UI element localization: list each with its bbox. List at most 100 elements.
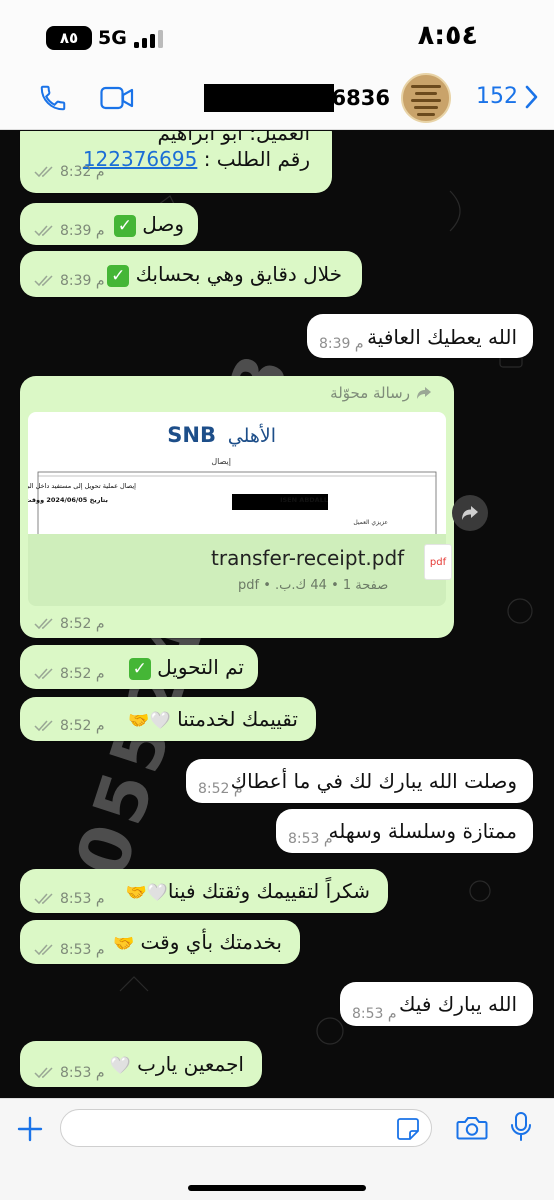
message-text: رقم الطلب : 122376695 <box>83 147 310 171</box>
message-time: 8:52 م <box>60 666 105 682</box>
message-text: اجمعين يارب 🤍 <box>110 1052 244 1076</box>
battery-indicator: ٨٥ <box>46 26 92 50</box>
check-mark-emoji: ✓ <box>128 657 151 680</box>
sent-check-icon <box>34 1067 53 1079</box>
message-time: 8:39 م <box>60 223 105 239</box>
sent-check-icon <box>34 668 53 680</box>
message-text: وصل ✓ <box>113 212 184 237</box>
message-bubble-outgoing[interactable]: تقييمك لخدمتنا 🤍🤝 8:52 م <box>20 697 316 741</box>
microphone-icon[interactable] <box>510 1111 532 1143</box>
phone-call-icon[interactable] <box>38 83 68 113</box>
receipt-name-fragment: ISEN ABDALL <box>280 496 328 504</box>
message-time: 8:53 م <box>60 891 105 907</box>
handshake-heart-emoji: 🤍🤝 <box>128 711 171 731</box>
sent-check-icon <box>34 944 53 956</box>
message-meta: 8:53 م <box>352 1006 397 1022</box>
chat-area[interactable]: 0552427998 العميل: ابو ابراهيم رقم الطلب… <box>0 131 554 1098</box>
message-text: ممتازة وسلسلة وسهله <box>328 819 517 843</box>
message-text-content: تم التحويل <box>157 655 244 679</box>
forwarded-label-text: رسالة محوّلة <box>330 384 410 402</box>
sent-check-icon <box>34 275 53 287</box>
white-heart-emoji: 🤍 <box>109 1056 131 1076</box>
document-info[interactable]: transfer-receipt.pdf صفحة 1 • 44 ك.ب. • … <box>28 534 452 606</box>
message-meta: 8:39 م <box>319 336 364 352</box>
plus-icon[interactable] <box>16 1115 44 1143</box>
message-text-content: خلال دقايق وهي بحسابك <box>135 262 342 286</box>
bank-logo-brand: SNB <box>167 423 216 447</box>
forwarded-document-message[interactable]: رسالة محوّلة SNB الأهلي إيصال إيصال عملي… <box>20 376 454 638</box>
message-meta: 8:52 م <box>198 781 243 797</box>
message-meta: 8:39 م <box>34 273 105 289</box>
signal-strength-icon <box>134 30 164 48</box>
home-indicator <box>188 1185 366 1191</box>
check-mark-emoji: ✓ <box>107 264 130 287</box>
message-bubble-outgoing[interactable]: شكراً لتقييمك وثقتك فينا🤍🤝 8:53 م <box>20 869 388 913</box>
message-text: العميل: ابو ابراهيم <box>157 131 310 145</box>
message-bubble-outgoing[interactable]: العميل: ابو ابراهيم رقم الطلب : 12237669… <box>20 131 332 193</box>
handshake-emoji: 🤝 <box>113 934 135 954</box>
bank-logo-text: الأهلي <box>228 424 276 447</box>
message-time: 8:39 م <box>319 336 364 352</box>
message-time: 8:52 م <box>60 718 105 734</box>
message-input-bar <box>0 1098 554 1200</box>
message-time: 8:52 م <box>60 616 105 632</box>
message-meta: 8:53 م <box>34 1065 105 1081</box>
message-text: تقييمك لخدمتنا 🤍🤝 <box>128 707 298 731</box>
message-time: 8:53 م <box>60 1065 105 1081</box>
redaction-bar <box>204 84 334 112</box>
message-bubble-incoming[interactable]: ممتازة وسلسلة وسهله 8:53 م <box>276 809 533 853</box>
message-text-content: بخدمتك بأي وقت <box>140 930 282 954</box>
unread-count: 152 <box>476 84 518 109</box>
back-button[interactable]: 152 <box>476 84 538 109</box>
message-text-label: رقم الطلب : <box>197 147 310 171</box>
receipt-heading: إيصال عملية تحويل إلى مستفيد داخل البنك … <box>28 481 136 490</box>
message-time: 8:53 م <box>288 831 333 847</box>
message-bubble-incoming[interactable]: وصلت الله يبارك لك في ما أعطاك 8:52 م <box>186 759 533 803</box>
message-text-content: شكراً لتقييمك وثقتك فينا <box>167 879 370 903</box>
message-text: خلال دقايق وهي بحسابك ✓ <box>107 262 342 287</box>
sent-check-icon <box>34 166 53 178</box>
share-button[interactable] <box>452 495 488 531</box>
message-time: 8:39 م <box>60 273 105 289</box>
message-meta: 8:32 م <box>34 164 105 180</box>
message-meta: 8:52 م <box>34 718 105 734</box>
sticker-icon[interactable] <box>396 1117 420 1141</box>
message-text: وصلت الله يبارك لك في ما أعطاك <box>230 769 517 793</box>
sent-check-icon <box>34 720 53 732</box>
document-file-name: transfer-receipt.pdf <box>211 546 405 570</box>
message-bubble-outgoing[interactable]: تم التحويل ✓ 8:52 م <box>20 645 258 689</box>
message-input[interactable] <box>60 1109 432 1147</box>
message-bubble-outgoing[interactable]: بخدمتك بأي وقت 🤝 8:53 م <box>20 920 300 964</box>
message-bubble-outgoing[interactable]: وصل ✓ 8:39 م <box>20 203 198 245</box>
message-meta: 8:52 م <box>34 616 105 632</box>
message-time: 8:53 م <box>352 1006 397 1022</box>
message-meta: 8:52 م <box>34 666 105 682</box>
video-call-icon[interactable] <box>100 86 134 110</box>
message-meta: 8:39 م <box>34 223 105 239</box>
status-bar: ٨:٥٤ ٨٥ 5G <box>0 0 554 68</box>
chat-header: 6836 152 <box>0 68 554 130</box>
contact-avatar[interactable] <box>401 73 451 123</box>
message-meta: 8:53 م <box>288 831 333 847</box>
document-file-meta: صفحة 1 • 44 ك.ب. • pdf <box>238 578 389 593</box>
message-bubble-incoming[interactable]: الله يعطيك العافية 8:39 م <box>307 314 533 358</box>
network-type: 5G <box>98 27 127 49</box>
message-bubble-outgoing[interactable]: خلال دقايق وهي بحسابك ✓ 8:39 م <box>20 251 362 297</box>
receipt-preview-graphic: SNB الأهلي إيصال إيصال عملية تحويل إلى م… <box>28 423 437 534</box>
document-preview[interactable]: SNB الأهلي إيصال إيصال عملية تحويل إلى م… <box>28 412 446 534</box>
message-bubble-incoming[interactable]: الله يبارك فيك 8:53 م <box>340 982 533 1026</box>
message-meta: 8:53 م <box>34 891 105 907</box>
message-text-content: وصل <box>142 212 184 236</box>
sent-check-icon <box>34 225 53 237</box>
message-meta: 8:53 م <box>34 942 105 958</box>
message-text-content: تقييمك لخدمتنا <box>177 707 298 731</box>
camera-icon[interactable] <box>456 1115 488 1141</box>
receipt-title: إيصال <box>211 457 231 467</box>
message-bubble-outgoing[interactable]: اجمعين يارب 🤍 8:53 م <box>20 1041 262 1087</box>
message-text-content: اجمعين يارب <box>137 1052 244 1076</box>
sent-check-icon <box>34 893 53 905</box>
receipt-line: بتاريخ 2024/06/05 ووقت 20:51:14 <box>28 496 108 504</box>
contact-name-suffix: 6836 <box>331 86 390 110</box>
share-arrow-icon <box>462 506 478 520</box>
message-text: الله يبارك فيك <box>399 992 517 1016</box>
